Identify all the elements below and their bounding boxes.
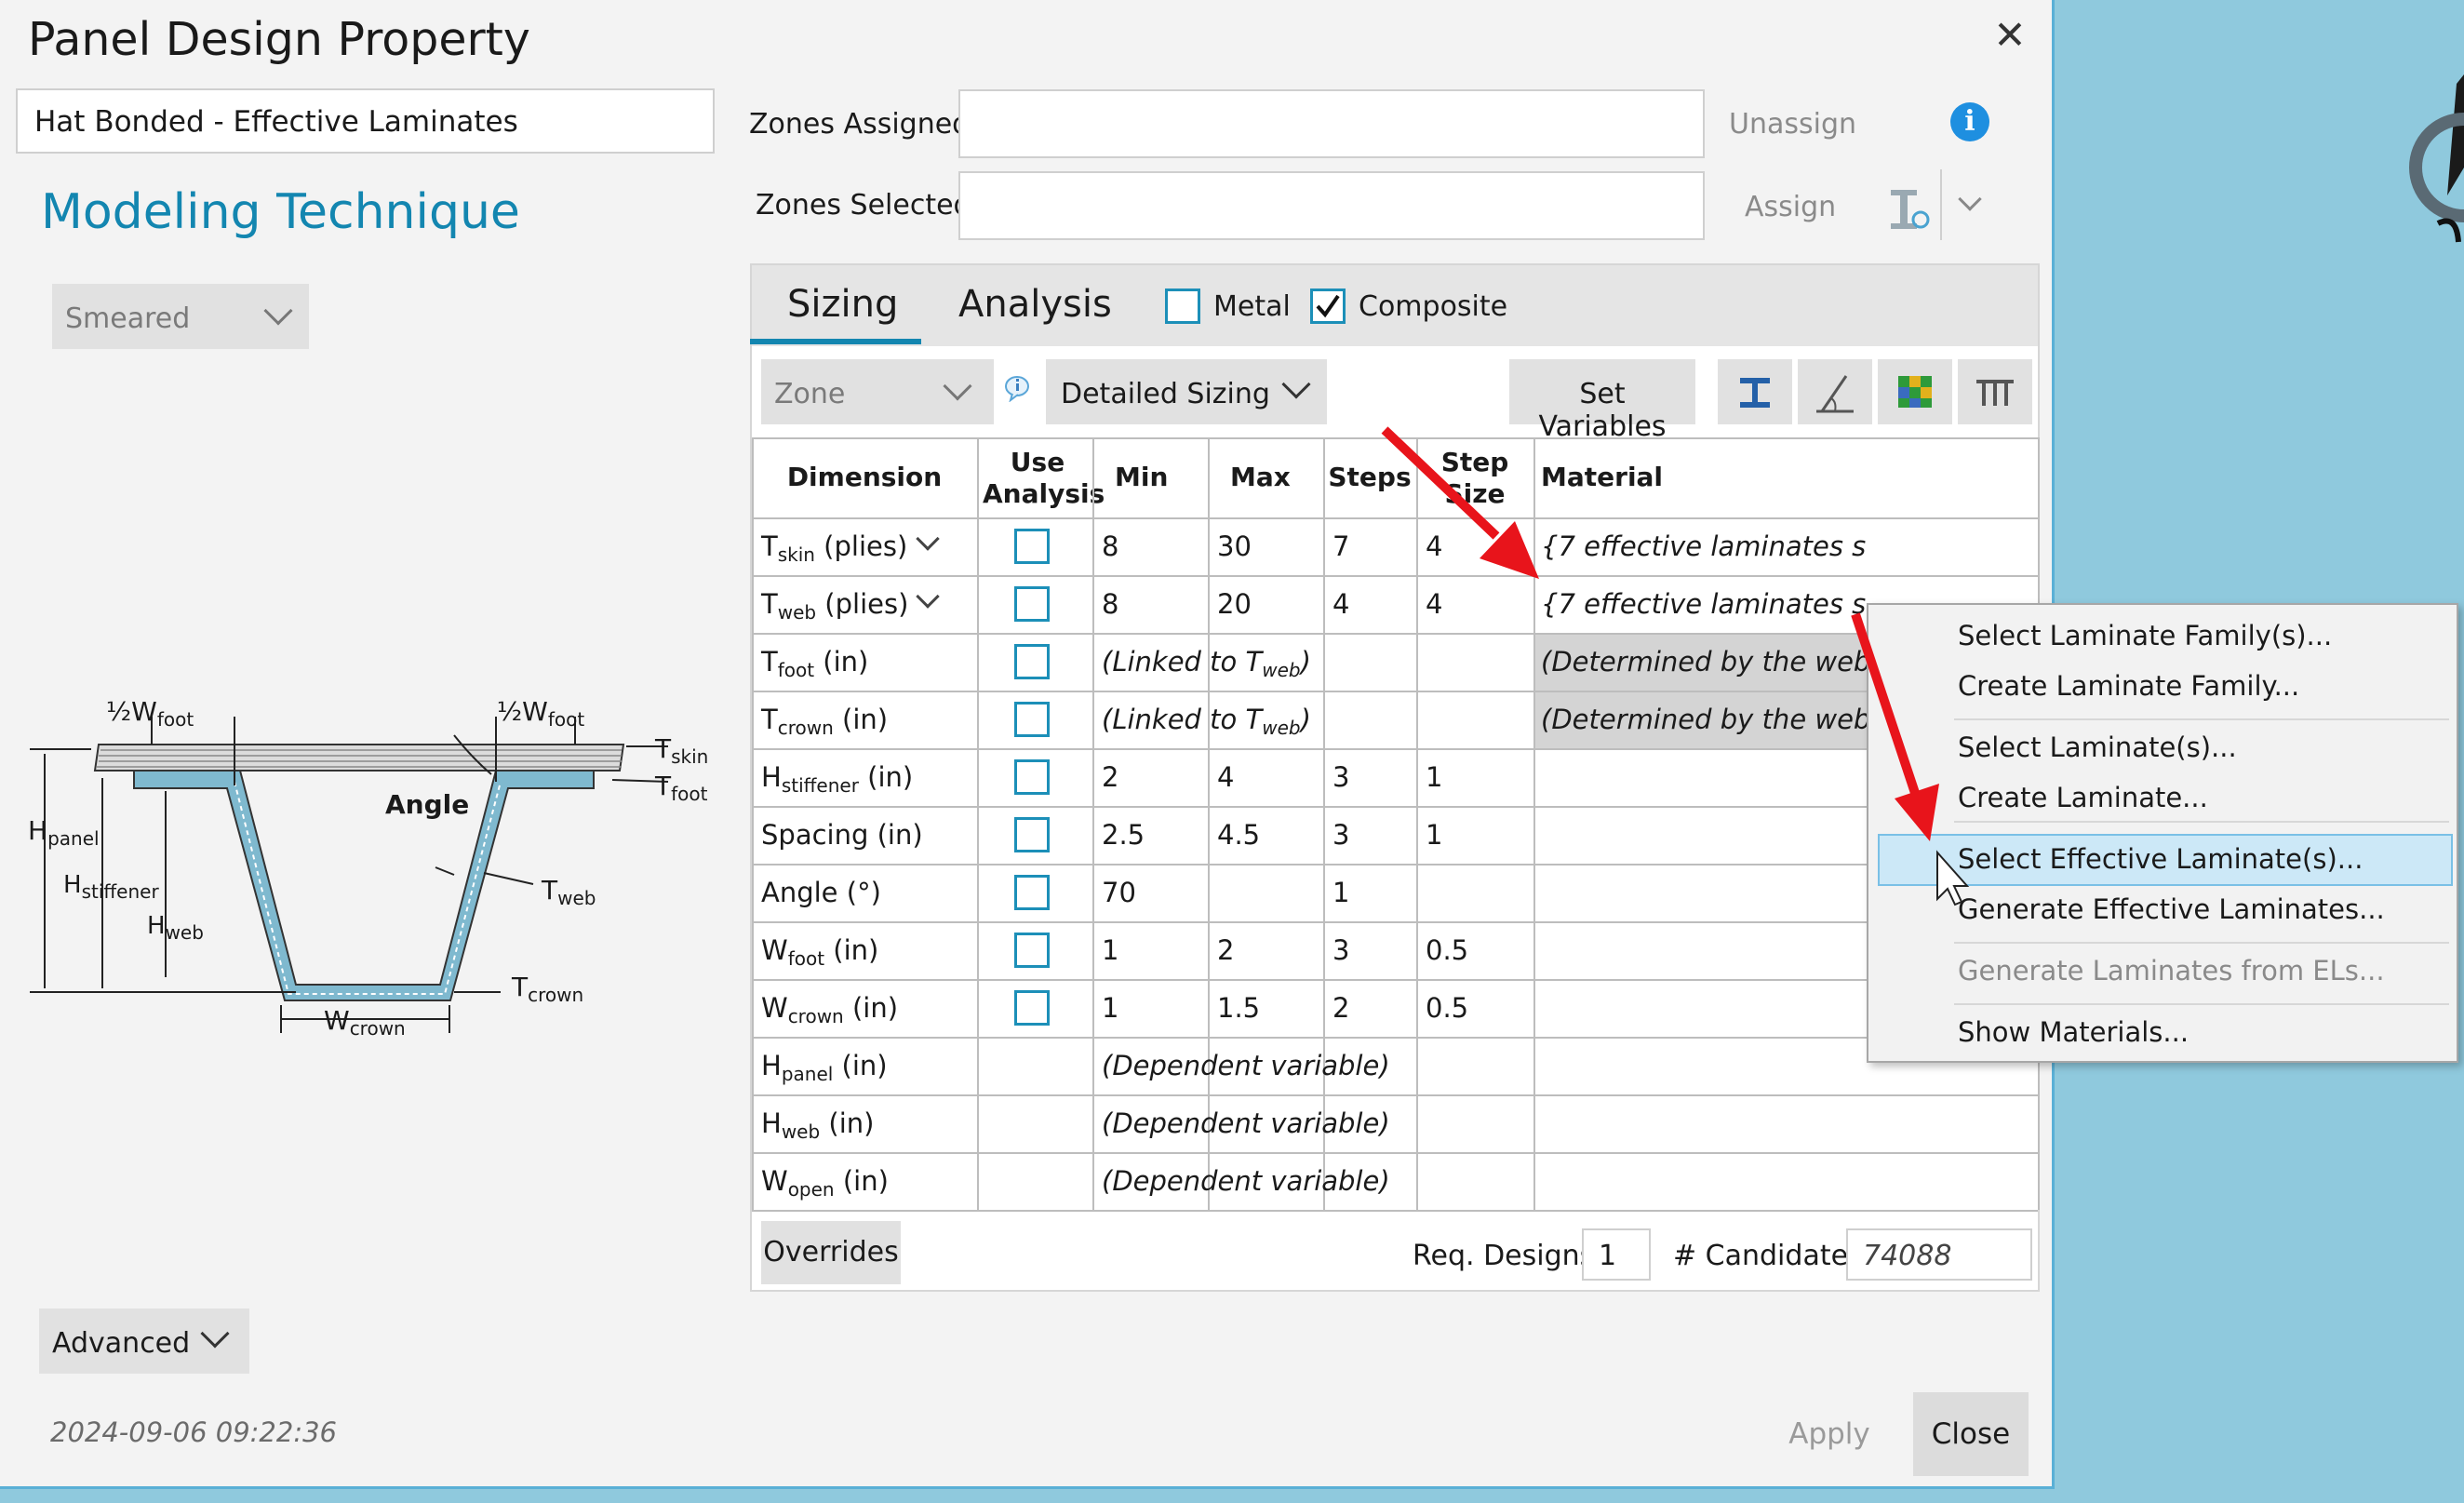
mouse-cursor-icon — [1936, 850, 1970, 906]
red-arrow-icon — [1851, 612, 1939, 841]
annotation-arrows — [1381, 426, 1970, 906]
red-arrow-icon — [1381, 426, 1539, 579]
